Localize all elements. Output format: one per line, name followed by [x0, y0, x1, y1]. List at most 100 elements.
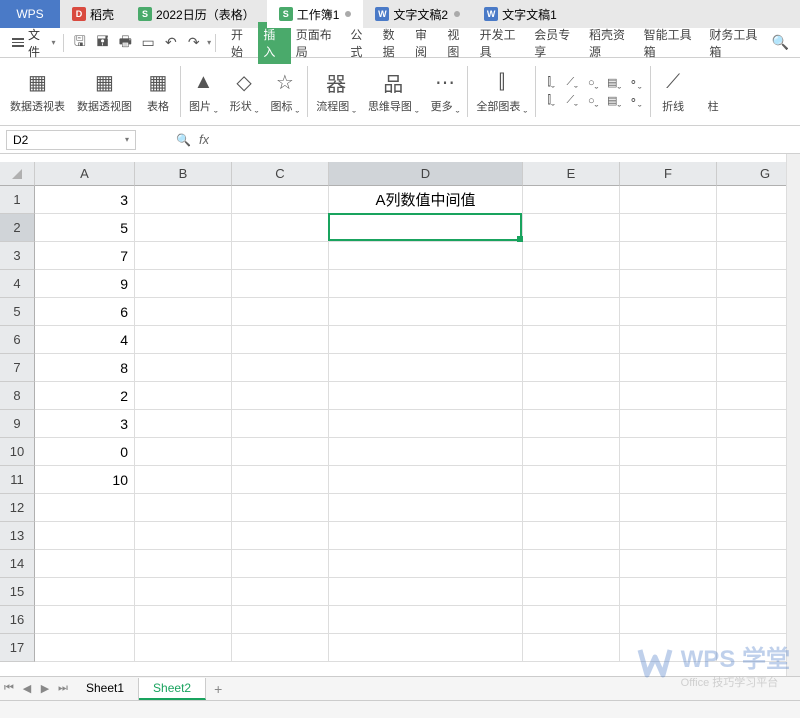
row-header[interactable]: 13: [0, 522, 35, 550]
formula-input[interactable]: [209, 130, 794, 150]
ribbon-button[interactable]: 器流程图 ˬ: [310, 60, 362, 123]
chart-type-icon[interactable]: ▤ˬ: [605, 75, 623, 91]
cell[interactable]: [35, 606, 135, 634]
row-header[interactable]: 3: [0, 242, 35, 270]
cell[interactable]: [523, 634, 620, 662]
cell[interactable]: [135, 270, 232, 298]
cell[interactable]: [523, 354, 620, 382]
cell[interactable]: [135, 494, 232, 522]
cell[interactable]: 0: [35, 438, 135, 466]
cell[interactable]: [329, 522, 523, 550]
cell[interactable]: [232, 578, 329, 606]
search-icon[interactable]: 🔍: [770, 32, 791, 54]
cell[interactable]: [135, 410, 232, 438]
cell[interactable]: [620, 298, 717, 326]
cell[interactable]: 10: [35, 466, 135, 494]
ribbon-button[interactable]: 柱: [693, 60, 733, 123]
cell[interactable]: [135, 382, 232, 410]
cell[interactable]: [329, 298, 523, 326]
cell[interactable]: [523, 270, 620, 298]
cell[interactable]: [523, 382, 620, 410]
cell[interactable]: [232, 270, 329, 298]
cell[interactable]: [620, 578, 717, 606]
cell[interactable]: [620, 522, 717, 550]
sheet-nav-next[interactable]: ▶: [36, 680, 54, 698]
row-header[interactable]: 4: [0, 270, 35, 298]
select-all-corner[interactable]: [0, 162, 35, 186]
cancel-icon[interactable]: 🔍: [176, 133, 191, 147]
cell[interactable]: [329, 326, 523, 354]
title-tab[interactable]: S工作簿1: [267, 0, 364, 28]
row-header[interactable]: 6: [0, 326, 35, 354]
row-header[interactable]: 16: [0, 606, 35, 634]
cell[interactable]: [35, 634, 135, 662]
name-box[interactable]: D2 ▾: [6, 130, 136, 150]
row-header[interactable]: 8: [0, 382, 35, 410]
ribbon-button[interactable]: ▦表格: [138, 60, 178, 123]
cell[interactable]: 7: [35, 242, 135, 270]
column-header[interactable]: C: [232, 162, 329, 186]
sheet-nav-last[interactable]: ⏭: [54, 680, 72, 698]
cell[interactable]: [135, 214, 232, 242]
print-preview-icon[interactable]: ▭: [138, 32, 159, 54]
cell[interactable]: [232, 438, 329, 466]
chart-type-icon[interactable]: ○ˬ: [584, 93, 602, 109]
cell[interactable]: [620, 214, 717, 242]
cell[interactable]: [35, 578, 135, 606]
cell[interactable]: 5: [35, 214, 135, 242]
add-sheet-button[interactable]: +: [206, 681, 230, 697]
column-header[interactable]: E: [523, 162, 620, 186]
cell[interactable]: [135, 522, 232, 550]
cell[interactable]: 3: [35, 410, 135, 438]
cell[interactable]: [232, 298, 329, 326]
cell[interactable]: [523, 578, 620, 606]
cell[interactable]: [232, 550, 329, 578]
cell[interactable]: 4: [35, 326, 135, 354]
ribbon-button[interactable]: ⫿全部图表 ˬ: [470, 60, 533, 123]
cell[interactable]: [135, 438, 232, 466]
cell[interactable]: [523, 242, 620, 270]
chart-type-icon[interactable]: ⚬ˬ: [626, 75, 644, 91]
cell[interactable]: [620, 494, 717, 522]
sheet-tab[interactable]: Sheet2: [139, 678, 206, 700]
print-icon[interactable]: 🖶: [115, 32, 136, 54]
title-tab[interactable]: WPS: [0, 0, 60, 28]
cell[interactable]: [35, 550, 135, 578]
row-header[interactable]: 9: [0, 410, 35, 438]
row-header[interactable]: 17: [0, 634, 35, 662]
ribbon-tab[interactable]: 智能工具箱: [639, 22, 705, 64]
cell[interactable]: [329, 242, 523, 270]
cell[interactable]: [620, 634, 717, 662]
cell[interactable]: 9: [35, 270, 135, 298]
cell[interactable]: [620, 270, 717, 298]
sheet-tab[interactable]: Sheet1: [72, 678, 139, 700]
cell[interactable]: [620, 550, 717, 578]
ribbon-button[interactable]: ◇形状 ˬ: [224, 60, 265, 123]
column-header[interactable]: B: [135, 162, 232, 186]
ribbon-tab[interactable]: 稻壳资源: [584, 22, 639, 64]
cell[interactable]: [135, 326, 232, 354]
cell[interactable]: [523, 550, 620, 578]
column-header[interactable]: F: [620, 162, 717, 186]
cell[interactable]: [523, 466, 620, 494]
cell[interactable]: [523, 410, 620, 438]
chart-type-icon[interactable]: ▤ˬ: [605, 93, 623, 109]
ribbon-button[interactable]: ⋯更多 ˬ: [425, 60, 466, 123]
undo-icon[interactable]: ↶: [161, 32, 182, 54]
title-tab[interactable]: D稻壳: [60, 0, 126, 28]
cell[interactable]: [620, 466, 717, 494]
title-tab[interactable]: S2022日历（表格）: [126, 0, 267, 28]
sheet-nav-first[interactable]: ⏮: [0, 680, 18, 698]
cell[interactable]: [135, 634, 232, 662]
cell[interactable]: 2: [35, 382, 135, 410]
cell[interactable]: [523, 438, 620, 466]
cell[interactable]: [329, 214, 523, 242]
cell[interactable]: 3: [35, 186, 135, 214]
cell[interactable]: [232, 382, 329, 410]
ribbon-tab[interactable]: 财务工具箱: [704, 22, 770, 64]
row-header[interactable]: 11: [0, 466, 35, 494]
cell[interactable]: [620, 326, 717, 354]
title-tab[interactable]: W文字文稿2: [363, 0, 472, 28]
cell[interactable]: [232, 466, 329, 494]
column-header[interactable]: A: [35, 162, 135, 186]
